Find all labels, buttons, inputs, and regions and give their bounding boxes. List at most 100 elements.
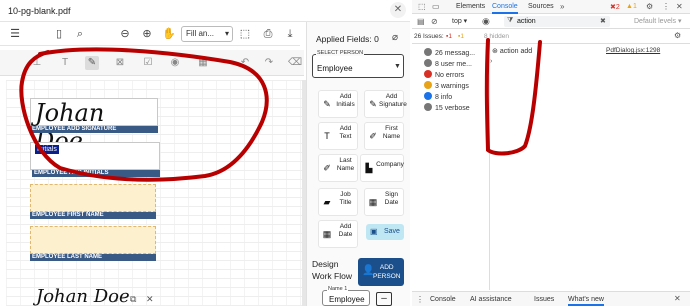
tile-label: Company: [376, 161, 404, 168]
add-person-label: ADD PERSON: [373, 264, 401, 280]
sidebar-item-icon: [424, 81, 432, 89]
device-icon[interactable]: ▭: [432, 2, 440, 11]
pen-icon: ✎: [369, 99, 377, 109]
context-selector[interactable]: top ▾: [452, 17, 467, 25]
calendar-icon: ▦: [368, 197, 378, 207]
add-date-button[interactable]: ▦ Add Date: [318, 220, 358, 248]
console-sidebar-item[interactable]: 8 info: [412, 92, 490, 103]
add-text-button[interactable]: T Add Text: [318, 122, 358, 150]
error-badge[interactable]: ✖2: [610, 3, 620, 11]
signature-field[interactable]: Johan Doe: [30, 98, 158, 155]
textbox-icon[interactable]: ⊠: [113, 56, 127, 70]
warning-count: 1: [632, 3, 637, 10]
sidebar-item-label: 8 user me...: [435, 61, 472, 68]
gear-icon[interactable]: ⚙: [674, 31, 681, 40]
eraser-icon[interactable]: ⌫: [288, 56, 302, 70]
sidebar-item-icon: [424, 92, 432, 100]
select-person-label: SELECT PERSON: [316, 50, 365, 56]
log-source-link[interactable]: PdfDialog.jsx:1298: [606, 47, 660, 54]
save-button[interactable]: ▣ Save: [366, 224, 404, 240]
checkbox-icon[interactable]: ☑: [141, 56, 155, 70]
calendar-icon[interactable]: ▦: [196, 56, 210, 70]
clear-console-icon[interactable]: ⊘: [431, 17, 438, 26]
tab-console[interactable]: Console: [492, 3, 518, 14]
close-window-button[interactable]: ✕: [390, 2, 406, 18]
clear-filter-icon[interactable]: ✖: [600, 17, 606, 25]
inspect-icon[interactable]: ⬚: [418, 2, 426, 11]
tile-label: Add Signature: [379, 93, 407, 108]
drawer-tab-ai-assistance[interactable]: AI assistance: [470, 296, 512, 303]
calendar-icon: ▦: [322, 229, 332, 239]
sidebar-item-icon: [424, 48, 432, 56]
search-icon[interactable]: ⌕: [73, 27, 87, 41]
close-icon[interactable]: ✕: [674, 294, 681, 303]
sidebar-item-label: 3 warnings: [435, 83, 469, 90]
close-icon[interactable]: ✕: [146, 294, 154, 305]
first-name-field[interactable]: [30, 184, 156, 212]
text-icon: T: [324, 131, 330, 141]
tab-elements[interactable]: Elements: [456, 3, 485, 10]
console-sidebar-item[interactable]: No errors: [412, 70, 490, 81]
zoom-select[interactable]: Fill an... ▾: [181, 26, 233, 42]
eye-icon[interactable]: ◉: [482, 16, 490, 27]
sidebar-item-label: No errors: [435, 72, 465, 79]
add-person-button[interactable]: 👤 ADD PERSON: [358, 258, 404, 286]
console-sidebar-item[interactable]: 8 user me...: [412, 59, 490, 70]
console-filter-input[interactable]: ⧩ action ✖: [504, 16, 610, 27]
job-title-button[interactable]: ▰ Job Title: [318, 188, 358, 216]
zoom-in-icon[interactable]: ⊕: [140, 27, 154, 41]
select-person-value: Employee: [317, 64, 353, 73]
expand-chevron-icon[interactable]: ›: [490, 58, 492, 65]
drawer-tab-whats-new[interactable]: What's new: [568, 296, 604, 306]
console-sidebar-item[interactable]: 26 messag...: [412, 48, 490, 59]
more-tabs-icon[interactable]: »: [560, 2, 564, 11]
chevron-down-icon[interactable]: ⌄: [112, 294, 120, 305]
text-tool-icon[interactable]: T: [58, 56, 72, 70]
pen-icon: ✎: [323, 99, 331, 109]
close-icon[interactable]: ✕: [676, 2, 683, 11]
document-page: Johan Doe EMPLOYEE ADD SIGNATURE Initial…: [6, 80, 302, 306]
zoom-out-icon[interactable]: ⊖: [118, 27, 132, 41]
kebab-menu-icon[interactable]: ⋮: [662, 2, 670, 11]
drawer-tab-issues[interactable]: Issues: [534, 296, 554, 303]
initials-field[interactable]: Initials: [30, 142, 160, 170]
kebab-menu-icon[interactable]: ⋮: [416, 295, 424, 304]
download-icon[interactable]: ⤓: [283, 27, 297, 41]
name-field-legend: Name 1: [327, 286, 349, 292]
sidebar-toggle-icon[interactable]: ▯: [52, 27, 66, 41]
radio-icon[interactable]: ◉: [168, 56, 182, 70]
sidebar-toggle-icon[interactable]: ▤: [417, 17, 425, 26]
issues-error-badge[interactable]: ▪1: [446, 33, 452, 40]
add-signature-button[interactable]: ✎ Add Signature: [364, 90, 407, 118]
log-levels-dropdown[interactable]: Default levels ▾: [634, 17, 682, 25]
copy-icon[interactable]: ⧉: [130, 294, 136, 305]
issues-warning-badge[interactable]: ▪1: [458, 33, 464, 40]
signature-pen-icon[interactable]: ✎: [85, 56, 99, 70]
print-icon[interactable]: ⎙: [261, 27, 275, 41]
console-sidebar-item[interactable]: 15 verbose: [412, 103, 490, 114]
name-field[interactable]: Name 1 Employee: [322, 286, 370, 306]
first-name-button[interactable]: ✐ First Name: [364, 122, 404, 150]
clear-icon[interactable]: ⌀: [392, 32, 398, 43]
drawer-tab-console[interactable]: Console: [430, 296, 456, 303]
log-entry[interactable]: ⊛ action add: [492, 47, 532, 55]
sign-date-button[interactable]: ▦ Sign Date: [364, 188, 404, 216]
add-initials-button[interactable]: ✎ Add Initials: [318, 90, 358, 118]
company-button[interactable]: ▙ Company: [360, 154, 404, 182]
pan-hand-icon[interactable]: ✋: [162, 27, 176, 41]
last-name-field[interactable]: [30, 226, 156, 254]
warning-badge[interactable]: ▲1: [626, 3, 637, 10]
menu-icon[interactable]: ☰: [8, 27, 22, 41]
last-name-button[interactable]: ✐ Last Name: [318, 154, 358, 182]
console-sidebar-item[interactable]: 3 warnings: [412, 81, 490, 92]
remove-person-button[interactable]: –: [376, 292, 392, 306]
gear-icon[interactable]: ⚙: [646, 2, 653, 11]
tile-label: Sign Date: [384, 191, 399, 206]
stamp-icon[interactable]: ⊥: [30, 56, 44, 70]
undo-icon[interactable]: ↶: [238, 56, 252, 70]
fit-page-icon[interactable]: ⬚: [238, 27, 252, 41]
sidebar-item-label: 8 info: [435, 94, 453, 101]
redo-icon[interactable]: ↷: [262, 56, 276, 70]
issues-count[interactable]: 26 Issues:: [414, 33, 444, 40]
tab-sources[interactable]: Sources: [528, 3, 554, 10]
